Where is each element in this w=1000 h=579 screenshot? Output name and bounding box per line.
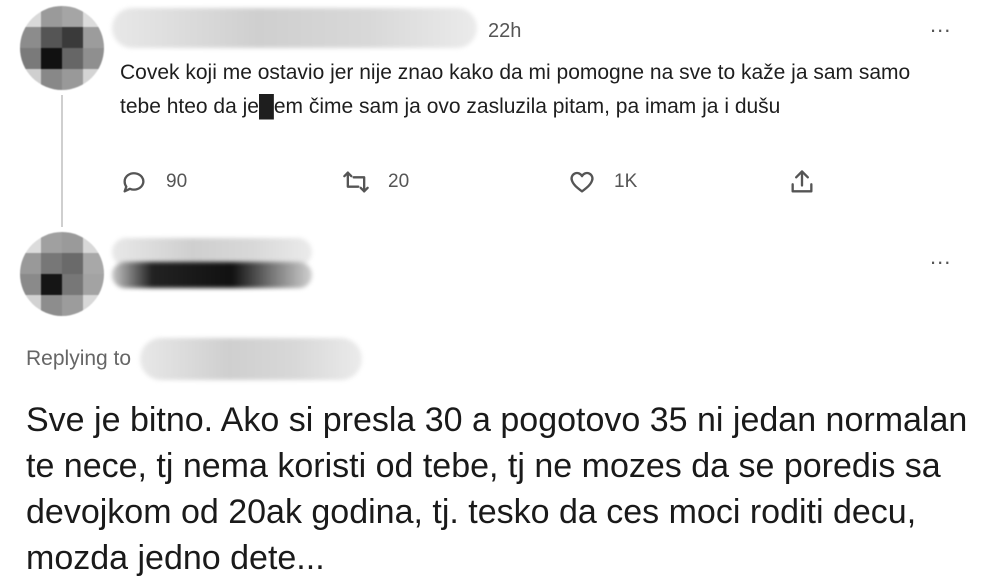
replying-to-label: Replying to [26,347,132,370]
reply-button[interactable]: 90 [120,168,187,196]
avatar[interactable] [20,6,104,90]
like-count: 1K [614,171,638,192]
redacted-username [112,8,477,48]
reply-icon [123,172,145,193]
like-icon [570,171,594,193]
redacted-handle [112,262,312,288]
tweet-text: Covek koji me ostavio jer nije znao kako… [120,61,911,118]
tweet-time[interactable]: 22h [488,20,521,43]
retweet-icon [343,171,369,193]
avatar[interactable] [20,232,104,316]
share-icon [791,170,813,193]
retweet-count: 20 [388,171,410,192]
tweet-actions: 90 20 1K [120,168,840,202]
redacted-reply-handle[interactable] [140,338,362,380]
tweet-text: Sve je bitno. Ako si presla 30 a pogotov… [26,401,968,577]
thread-line [61,95,63,227]
reply-count: 90 [166,171,188,192]
like-button[interactable]: 1K [568,168,637,196]
more-icon[interactable]: ... [930,246,951,268]
share-button[interactable] [788,168,816,196]
retweet-button[interactable]: 20 [342,168,409,196]
more-icon[interactable]: ... [930,14,951,36]
